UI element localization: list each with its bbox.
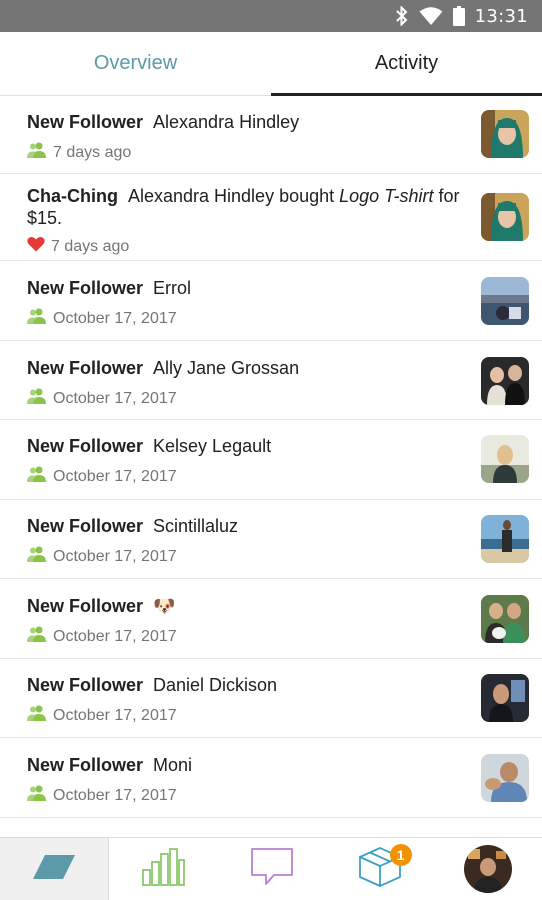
status-bar: 13:31 xyxy=(0,0,542,32)
activity-item[interactable]: New Follower 🐶 October 17, 2017 xyxy=(0,579,542,659)
follower-icon xyxy=(27,546,47,567)
nav-orders[interactable]: 1 xyxy=(326,838,434,900)
activity-user: 🐶 xyxy=(153,596,176,616)
follower-icon xyxy=(27,626,47,647)
activity-title: New Follower Alexandra Hindley xyxy=(27,111,462,133)
activity-type: New Follower xyxy=(27,516,144,536)
tab-bar: Overview Activity xyxy=(0,32,542,96)
activity-user: Errol xyxy=(153,278,192,298)
follower-icon xyxy=(27,308,47,329)
activity-title: New Follower 🐶 xyxy=(27,595,462,617)
activity-timestamp: 7 days ago xyxy=(53,143,132,161)
activity-timestamp: October 17, 2017 xyxy=(53,627,177,645)
bar-chart-icon xyxy=(141,847,186,891)
activity-title: Cha-Ching Alexandra Hindley bought Logo T… xyxy=(27,185,462,229)
activity-item[interactable]: New Follower Moni October 17, 2017 xyxy=(0,738,542,818)
activity-meta: October 17, 2017 xyxy=(27,705,462,726)
activity-user: Moni xyxy=(153,755,193,775)
tab-activity[interactable]: Activity xyxy=(271,32,542,96)
activity-timestamp: October 17, 2017 xyxy=(53,547,177,565)
activity-type: New Follower xyxy=(27,112,144,132)
activity-meta: October 17, 2017 xyxy=(27,546,462,567)
activity-type: New Follower xyxy=(27,596,144,616)
activity-meta: October 17, 2017 xyxy=(27,308,462,329)
activity-title: New Follower Kelsey Legault xyxy=(27,435,462,457)
avatar[interactable] xyxy=(481,110,529,158)
nav-stats[interactable] xyxy=(109,838,217,900)
activity-timestamp: October 17, 2017 xyxy=(53,786,177,804)
activity-text: Alexandra Hindley bought xyxy=(127,186,340,206)
activity-user: Kelsey Legault xyxy=(153,436,272,456)
chat-bubble-icon xyxy=(250,847,294,892)
activity-type: New Follower xyxy=(27,278,144,298)
activity-item[interactable]: New Follower Kelsey Legault October 17, 2… xyxy=(0,420,542,500)
activity-item[interactable]: Cha-Ching Alexandra Hindley bought Logo T… xyxy=(0,174,542,261)
activity-title: New Follower Moni xyxy=(27,754,462,776)
activity-item[interactable]: New Follower Daniel Dickison October 17, … xyxy=(0,659,542,738)
battery-icon xyxy=(452,6,465,26)
activity-meta: 7 days ago xyxy=(27,236,462,257)
activity-user: Ally Jane Grossan xyxy=(153,358,300,378)
home-parallelogram-icon xyxy=(33,854,76,884)
activity-item[interactable]: New Follower Ally Jane Grossan October 17… xyxy=(0,341,542,420)
activity-list: New Follower Alexandra Hindley 7 days ago… xyxy=(0,96,542,837)
bottom-nav: 1 xyxy=(0,837,542,900)
follower-icon xyxy=(27,785,47,806)
activity-timestamp: 7 days ago xyxy=(51,237,130,255)
activity-title: New Follower Daniel Dickison xyxy=(27,674,462,696)
follower-icon xyxy=(27,142,47,163)
activity-timestamp: October 17, 2017 xyxy=(53,467,177,485)
activity-user: Alexandra Hindley xyxy=(153,112,300,132)
avatar[interactable] xyxy=(481,674,529,722)
activity-title: New Follower Ally Jane Grossan xyxy=(27,357,462,379)
avatar[interactable] xyxy=(481,357,529,405)
activity-meta: October 17, 2017 xyxy=(27,785,462,806)
avatar[interactable] xyxy=(481,277,529,325)
activity-user: Daniel Dickison xyxy=(153,675,278,695)
wifi-icon xyxy=(419,7,443,25)
avatar[interactable] xyxy=(481,515,529,563)
activity-meta: October 17, 2017 xyxy=(27,626,462,647)
avatar[interactable] xyxy=(481,595,529,643)
activity-item[interactable]: New Follower Alexandra Hindley 7 days ago xyxy=(0,96,542,174)
nav-profile[interactable] xyxy=(434,838,542,900)
profile-avatar xyxy=(463,845,512,893)
activity-item[interactable]: New Follower Scintillaluz October 17, 201… xyxy=(0,500,542,579)
activity-timestamp: October 17, 2017 xyxy=(53,309,177,327)
follower-icon xyxy=(27,388,47,409)
follower-icon xyxy=(27,705,47,726)
activity-title: New Follower Scintillaluz xyxy=(27,515,462,537)
clock: 13:31 xyxy=(474,5,528,27)
activity-item[interactable] xyxy=(0,818,542,837)
activity-meta: October 17, 2017 xyxy=(27,466,462,487)
bluetooth-icon xyxy=(395,6,409,26)
heart-icon xyxy=(27,236,45,257)
avatar[interactable] xyxy=(481,435,529,483)
avatar[interactable] xyxy=(481,754,529,802)
activity-type: New Follower xyxy=(27,755,144,775)
activity-type: New Follower xyxy=(27,358,144,378)
tab-overview[interactable]: Overview xyxy=(0,32,271,95)
activity-type: New Follower xyxy=(27,436,144,456)
activity-timestamp: October 17, 2017 xyxy=(53,706,177,724)
nav-messages[interactable] xyxy=(217,838,325,900)
activity-meta: 7 days ago xyxy=(27,142,462,163)
follower-icon xyxy=(27,466,47,487)
activity-type: Cha-Ching xyxy=(27,186,118,206)
activity-timestamp: October 17, 2017 xyxy=(53,389,177,407)
activity-item[interactable]: New Follower Errol October 17, 2017 xyxy=(0,261,542,341)
product-name: Logo T-shirt xyxy=(339,186,434,206)
activity-user: Scintillaluz xyxy=(153,516,239,536)
nav-home[interactable] xyxy=(0,838,110,900)
avatar[interactable] xyxy=(481,193,529,241)
activity-type: New Follower xyxy=(27,675,144,695)
activity-meta: October 17, 2017 xyxy=(27,388,462,409)
notification-badge: 1 xyxy=(389,844,412,866)
activity-title: New Follower Errol xyxy=(27,277,462,299)
